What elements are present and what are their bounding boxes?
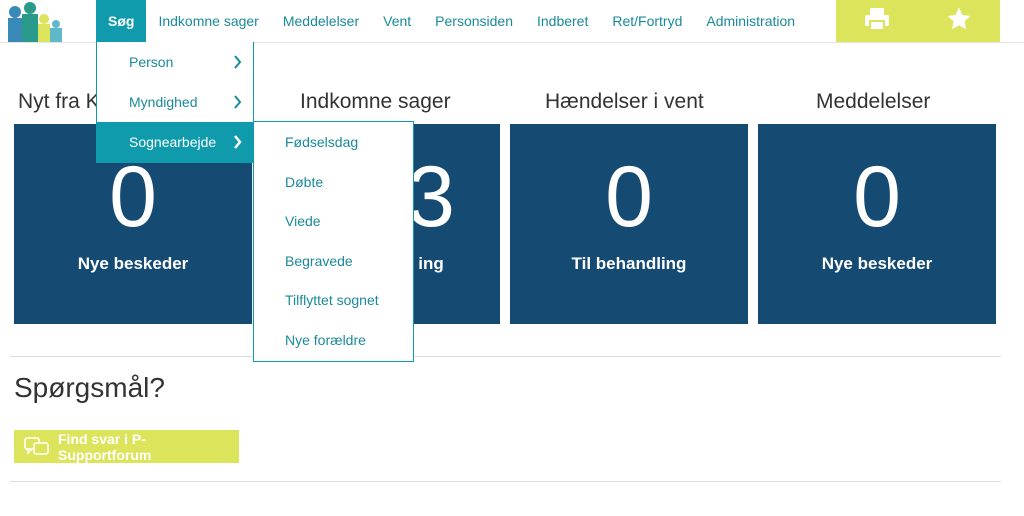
tile-label: Til behandling — [571, 254, 687, 273]
support-forum-label: Find svar i P-Supportforum — [58, 430, 152, 463]
submenu-item-viede[interactable]: Viede — [285, 213, 321, 229]
submenu-item-nye-foraeldre[interactable]: Nye forældre — [285, 332, 366, 348]
top-bar: Søg Indkomne sager Meddelelser Vent Pers… — [0, 0, 1024, 43]
nav-personsiden[interactable]: Personsiden — [423, 0, 525, 42]
nav-soeg[interactable]: Søg — [96, 0, 147, 42]
menu-item-sognearbejde[interactable]: Sognearbejde — [97, 122, 253, 162]
nav-vent[interactable]: Vent — [371, 0, 423, 42]
sognearbejde-submenu: Fødselsdag Døbte Viede Begravede Tilflyt… — [253, 121, 414, 362]
submenu-item-foedselsdag[interactable]: Fødselsdag — [285, 134, 358, 150]
menu-item-label: Myndighed — [129, 94, 198, 110]
star-icon — [945, 6, 973, 37]
nav-ret-fortryd[interactable]: Ret/Fortryd — [600, 0, 694, 42]
nav-meddelelser[interactable]: Meddelelser — [271, 0, 371, 42]
search-dropdown: Person Myndighed Sognearbejde — [96, 42, 254, 163]
submenu-item-tilflyttet[interactable]: Tilflyttet sognet — [285, 292, 379, 308]
printer-icon — [864, 7, 890, 36]
submenu-item-doebte[interactable]: Døbte — [285, 174, 323, 190]
menu-item-label: Person — [129, 54, 174, 70]
menu-item-person[interactable]: Person — [97, 42, 253, 82]
tile-heading-vent: Hændelser i vent — [545, 90, 704, 113]
favorite-button[interactable] — [918, 0, 1000, 42]
main-nav: Søg Indkomne sager Meddelelser Vent Pers… — [96, 0, 807, 42]
tile-heading-nyt: Nyt fra K — [18, 90, 100, 113]
nav-administration[interactable]: Administration — [694, 0, 807, 42]
support-forum-button[interactable]: Find svar i P-Supportforum — [14, 430, 239, 463]
divider — [10, 481, 1001, 482]
questions-title: Spørgsmål? — [14, 372, 165, 403]
chevron-right-icon — [233, 122, 243, 178]
logo[interactable] — [8, 2, 64, 42]
nav-indberet[interactable]: Indberet — [525, 0, 600, 42]
nav-indkomne-sager[interactable]: Indkomne sager — [146, 0, 270, 42]
tile-heading-meddelelser: Meddelelser — [816, 90, 931, 113]
submenu-item-begravede[interactable]: Begravede — [285, 253, 353, 269]
tile-label: Nye beskeder — [821, 254, 933, 273]
tile-count: 0 — [109, 149, 157, 245]
tile-count: 0 — [605, 149, 653, 245]
menu-item-label: Sognearbejde — [129, 134, 217, 150]
chat-bubbles-icon — [24, 436, 50, 457]
tile-label: Nye beskeder — [77, 254, 189, 273]
tile-vent[interactable]: 0 Til behandling — [510, 124, 748, 324]
tile-heading-indkomne: Indkomne sager — [300, 90, 451, 113]
tile-meddelelser[interactable]: 0 Nye beskeder — [758, 124, 996, 324]
tile-count: 0 — [853, 149, 901, 245]
divider — [10, 356, 1001, 357]
menu-item-myndighed[interactable]: Myndighed — [97, 82, 253, 122]
print-button[interactable] — [836, 0, 918, 42]
